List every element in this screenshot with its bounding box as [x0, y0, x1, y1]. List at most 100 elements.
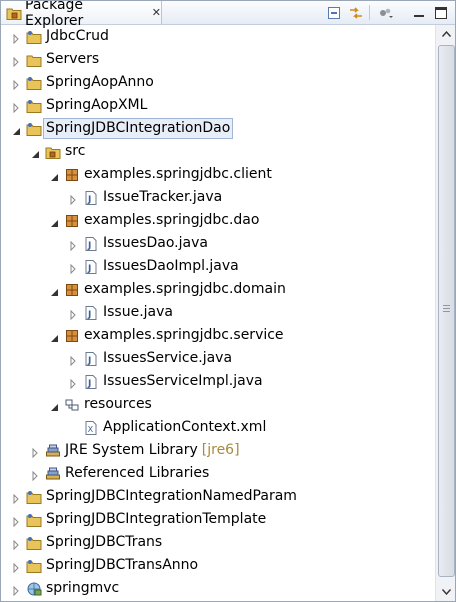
thumb-grip — [443, 311, 450, 312]
java-file-icon: J — [83, 190, 99, 206]
tree-item-springjdbcintegrationnamedparam[interactable]: SpringJDBCIntegrationNamedParam — [1, 485, 435, 508]
tree-item-applicationcontext[interactable]: X ApplicationContext.xml — [1, 416, 435, 439]
expand-arrow-icon[interactable] — [68, 354, 78, 367]
java-project-icon — [26, 512, 42, 528]
expand-arrow-icon[interactable] — [11, 584, 21, 597]
link-with-editor-icon[interactable] — [347, 4, 364, 21]
expand-arrow-icon[interactable] — [11, 561, 21, 574]
tree-item-issuetracker[interactable]: J IssueTracker.java — [1, 186, 435, 209]
tree-item-springaopanno[interactable]: SpringAopAnno — [1, 71, 435, 94]
expand-arrow-icon[interactable] — [11, 78, 21, 91]
tree-item-label: SpringJDBCIntegrationTemplate — [46, 511, 267, 527]
vertical-scrollbar[interactable] — [435, 25, 455, 601]
package-icon — [64, 167, 80, 183]
tree-item-servers[interactable]: Servers — [1, 48, 435, 71]
tree-item-issuesservice[interactable]: J IssuesService.java — [1, 347, 435, 370]
tree-item-label: SpringAopAnno — [46, 74, 154, 90]
expand-arrow-icon[interactable] — [11, 32, 21, 45]
collapse-all-icon[interactable] — [325, 4, 342, 21]
collapse-arrow-icon[interactable] — [49, 400, 59, 411]
tree-item-src[interactable]: src — [1, 140, 435, 163]
tab-package-explorer[interactable]: Package Explorer ✕ — [1, 1, 162, 29]
tree-item-jdbccrud[interactable]: JdbcCrud — [1, 25, 435, 48]
view-menu-icon[interactable] — [377, 4, 394, 21]
package-icon — [64, 328, 80, 344]
tree-item-package-dao[interactable]: examples.springjdbc.dao — [1, 209, 435, 232]
tree-item-springaopxml[interactable]: SpringAopXML — [1, 94, 435, 117]
package-explorer-icon — [6, 5, 22, 21]
expand-arrow-icon[interactable] — [11, 101, 21, 114]
tree-item-label: IssuesDao.java — [103, 235, 208, 251]
tree-item-springjdbcintegrationdao[interactable]: SpringJDBCIntegrationDao — [1, 117, 435, 140]
tree-item-issuesdao[interactable]: J IssuesDao.java — [1, 232, 435, 255]
scroll-down-arrow-icon[interactable] — [436, 583, 455, 601]
expand-arrow-icon[interactable] — [30, 446, 40, 459]
expand-arrow-icon[interactable] — [68, 193, 78, 206]
tree-item-issuesdaoimpl[interactable]: J IssuesDaoImpl.java — [1, 255, 435, 278]
tree-item-label: resources — [84, 396, 152, 412]
package-icon — [64, 213, 80, 229]
tree-item-issuesserviceimpl[interactable]: J IssuesServiceImpl.java — [1, 370, 435, 393]
folder-icon — [26, 52, 42, 68]
tree-item-jre-system-library[interactable]: JRE System Library [jre6] — [1, 439, 435, 462]
tree-item-springjdbctrans[interactable]: SpringJDBCTrans — [1, 531, 435, 554]
scroll-up-arrow-icon[interactable] — [436, 25, 455, 43]
svg-text:J: J — [87, 356, 91, 366]
expand-arrow-icon[interactable] — [11, 55, 21, 68]
resource-folder-icon — [64, 397, 80, 413]
tree-item-label: examples.springjdbc.domain — [84, 281, 286, 297]
tree-item-issue[interactable]: J Issue.java — [1, 301, 435, 324]
expand-arrow-icon[interactable] — [68, 308, 78, 321]
collapse-arrow-icon[interactable] — [30, 147, 40, 158]
tree-item-label: examples.springjdbc.client — [84, 166, 272, 182]
tree-item-label: Referenced Libraries — [65, 465, 210, 481]
toolbar-separator — [369, 5, 370, 20]
tree-item-label: IssuesDaoImpl.java — [103, 258, 239, 274]
tree-item-label: ApplicationContext.xml — [103, 419, 267, 435]
collapse-arrow-icon[interactable] — [49, 285, 59, 296]
jre-version-decoration: [jre6] — [201, 442, 240, 458]
scrollbar-thumb[interactable] — [438, 45, 455, 577]
tree-item-label: SpringJDBCTransAnno — [46, 557, 199, 573]
collapse-arrow-icon[interactable] — [49, 170, 59, 181]
expand-arrow-icon[interactable] — [11, 538, 21, 551]
tree-item-label: JdbcCrud — [46, 28, 109, 44]
collapse-arrow-icon[interactable] — [49, 216, 59, 227]
collapse-arrow-icon[interactable] — [11, 124, 21, 135]
tree-item-label: SpringJDBCIntegrationDao — [42, 118, 234, 139]
tree-item-referenced-libraries[interactable]: Referenced Libraries — [1, 462, 435, 485]
java-project-icon — [26, 121, 42, 137]
tree-item-springmvc[interactable]: springmvc — [1, 577, 435, 600]
expand-arrow-icon[interactable] — [11, 515, 21, 528]
project-tree: JdbcCrud Servers SpringAopAnno SpringAop… — [1, 25, 435, 601]
tree-item-package-domain[interactable]: examples.springjdbc.domain — [1, 278, 435, 301]
svg-text:X: X — [88, 425, 94, 434]
collapse-arrow-icon[interactable] — [49, 331, 59, 342]
java-file-icon: J — [83, 305, 99, 321]
view-header: Package Explorer ✕ — [1, 1, 455, 29]
tree-item-resources[interactable]: resources — [1, 393, 435, 416]
expand-arrow-icon[interactable] — [11, 492, 21, 505]
expand-arrow-icon[interactable] — [68, 239, 78, 252]
tree-item-springjdbctransanno[interactable]: SpringJDBCTransAnno — [1, 554, 435, 577]
java-file-icon: J — [83, 351, 99, 367]
expand-arrow-icon[interactable] — [68, 262, 78, 275]
tree-item-label: Servers — [46, 51, 100, 67]
tree-item-label: examples.springjdbc.service — [84, 327, 284, 343]
maximize-icon[interactable] — [432, 4, 449, 21]
tree-item-label: src — [65, 143, 86, 159]
tree-item-label: IssueTracker.java — [103, 189, 223, 205]
thumb-grip — [443, 308, 450, 309]
minimize-icon[interactable] — [410, 4, 427, 21]
tree-item-package-service[interactable]: examples.springjdbc.service — [1, 324, 435, 347]
tree-item-label: IssuesService.java — [103, 350, 233, 366]
tree-item-package-client[interactable]: examples.springjdbc.client — [1, 163, 435, 186]
tree-item-label: springmvc — [46, 580, 120, 596]
tree-item-label: Issue.java — [103, 304, 173, 320]
expand-arrow-icon[interactable] — [68, 377, 78, 390]
tree-item-springjdbcintegrationtemplate[interactable]: SpringJDBCIntegrationTemplate — [1, 508, 435, 531]
expand-arrow-icon[interactable] — [30, 469, 40, 482]
tree-item-label: SpringJDBCIntegrationNamedParam — [46, 488, 297, 504]
close-icon[interactable]: ✕ — [152, 6, 161, 19]
tree-item-label: IssuesServiceImpl.java — [103, 373, 263, 389]
